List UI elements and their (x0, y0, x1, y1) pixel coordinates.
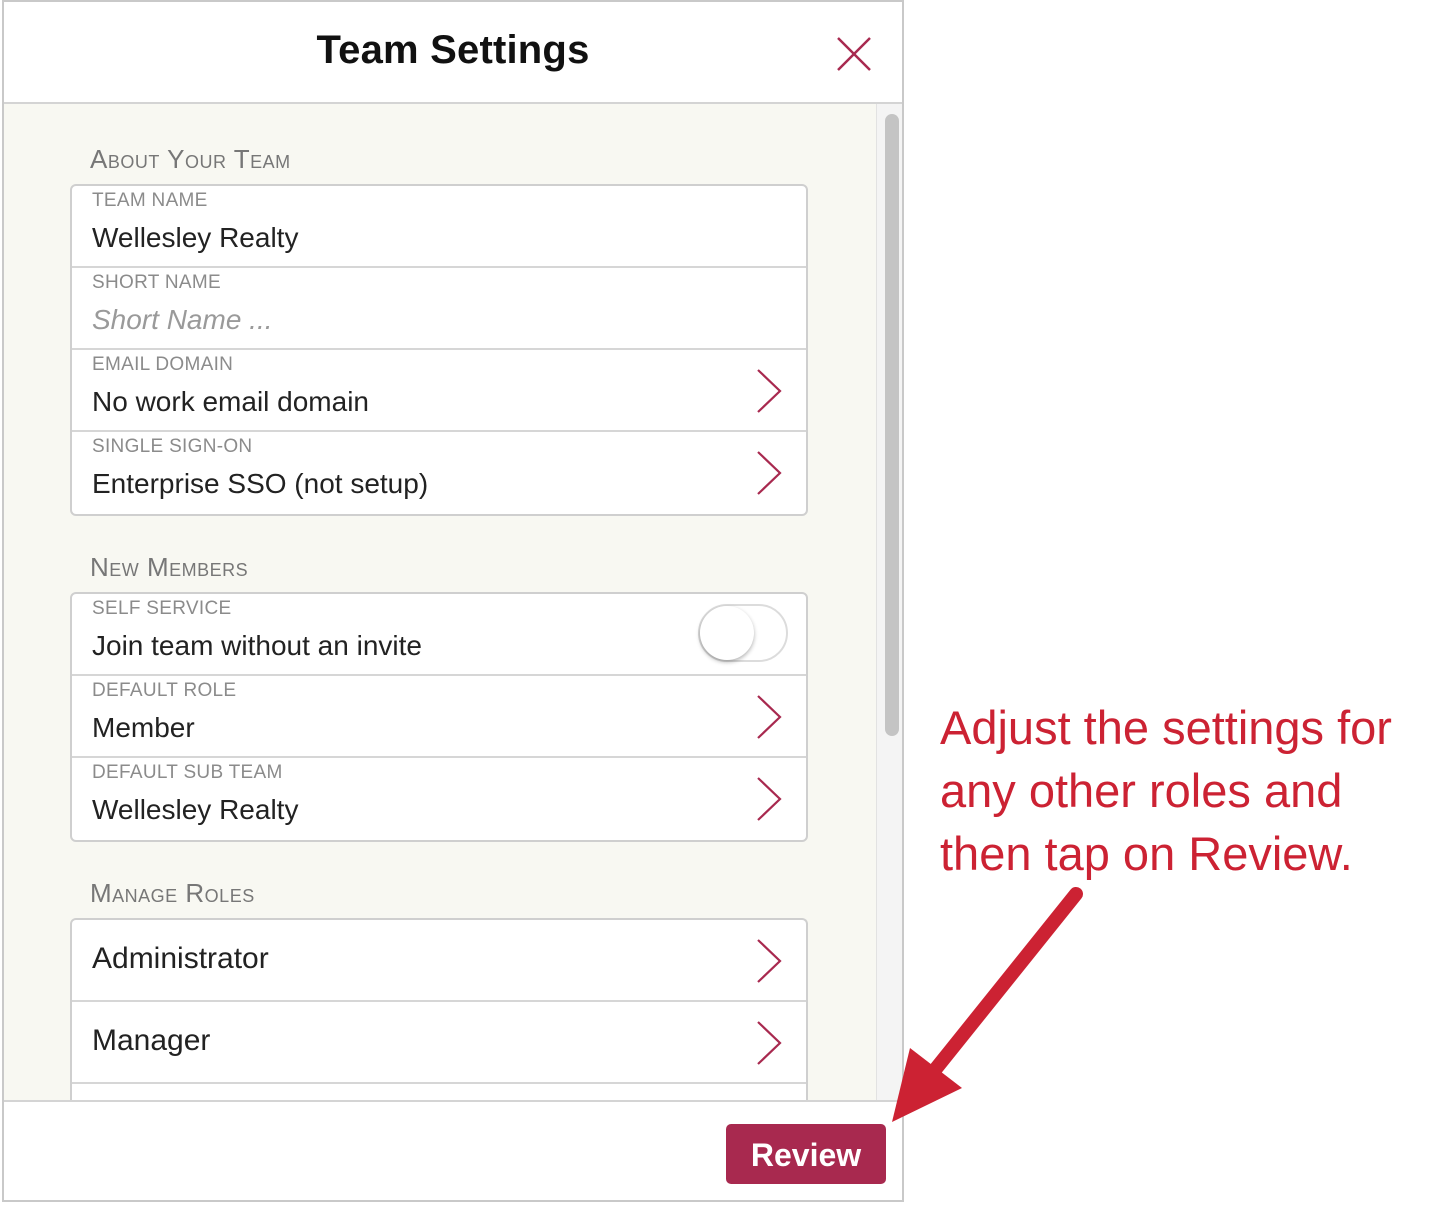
team-name-field[interactable]: Wellesley Realty (92, 222, 298, 254)
new-members-group: SELF SERVICE Join team without an invite… (70, 592, 808, 842)
team-settings-modal: Team Settings About Your Team TEAM NAME … (2, 0, 904, 1202)
modal-header: Team Settings (4, 2, 902, 104)
settings-scroll-area[interactable]: About Your Team TEAM NAME Wellesley Real… (4, 104, 876, 1100)
default-sub-team-row[interactable]: DEFAULT SUB TEAM Wellesley Realty (72, 758, 806, 840)
review-button[interactable]: Review (726, 1124, 886, 1184)
chevron-right-icon (757, 939, 782, 983)
instruction-annotation: Adjust the settings for any other roles … (940, 701, 1392, 880)
role-item-partial[interactable] (72, 1084, 806, 1100)
section-header-new-members: New Members (90, 552, 249, 582)
about-group: TEAM NAME Wellesley Realty SHORT NAME Sh… (70, 184, 808, 516)
team-name-label: TEAM NAME (92, 190, 208, 211)
self-service-toggle[interactable] (698, 604, 788, 662)
sso-label: SINGLE SIGN-ON (92, 436, 253, 457)
chevron-right-icon (757, 695, 782, 739)
chevron-right-icon (757, 777, 782, 821)
short-name-row[interactable]: SHORT NAME Short Name ... (72, 268, 806, 350)
default-role-label: DEFAULT ROLE (92, 680, 237, 701)
chevron-right-icon (757, 369, 782, 413)
team-name-row[interactable]: TEAM NAME Wellesley Realty (72, 186, 806, 268)
annotation-arrow-icon (892, 887, 1083, 1122)
short-name-field[interactable]: Short Name ... (92, 304, 273, 336)
sso-row[interactable]: SINGLE SIGN-ON Enterprise SSO (not setup… (72, 432, 806, 514)
scrollbar-thumb[interactable] (885, 114, 899, 736)
role-label: Administrator (92, 942, 269, 975)
toggle-knob (700, 606, 754, 660)
default-role-row[interactable]: DEFAULT ROLE Member (72, 676, 806, 758)
manage-roles-group: Administrator Manager (70, 918, 808, 1100)
email-domain-label: EMAIL DOMAIN (92, 354, 234, 375)
default-sub-team-label: DEFAULT SUB TEAM (92, 762, 283, 783)
email-domain-value: No work email domain (92, 386, 369, 417)
self-service-row: SELF SERVICE Join team without an invite (72, 594, 806, 676)
modal-title: Team Settings (316, 28, 590, 72)
section-header-about: About Your Team (90, 144, 291, 174)
chevron-right-icon (757, 451, 782, 495)
sso-value: Enterprise SSO (not setup) (92, 468, 429, 499)
default-sub-team-value: Wellesley Realty (92, 794, 299, 825)
section-header-manage-roles: Manage Roles (90, 878, 255, 908)
short-name-label: SHORT NAME (92, 272, 221, 293)
self-service-value: Join team without an invite (92, 630, 422, 661)
close-icon[interactable] (832, 32, 876, 76)
role-item-administrator[interactable]: Administrator (72, 920, 806, 1002)
modal-footer: Review (4, 1100, 902, 1200)
role-item-manager[interactable]: Manager (72, 1002, 806, 1084)
default-role-value: Member (92, 712, 195, 743)
self-service-label: SELF SERVICE (92, 598, 232, 619)
role-label: Manager (92, 1024, 211, 1057)
email-domain-row[interactable]: EMAIL DOMAIN No work email domain (72, 350, 806, 432)
chevron-right-icon (757, 1021, 782, 1065)
